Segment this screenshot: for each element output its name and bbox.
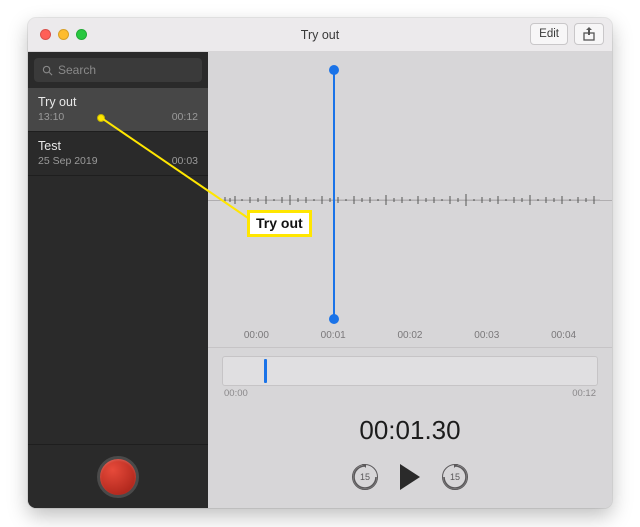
current-time: 00:01.30 <box>208 401 612 456</box>
tick-label: 00:01 <box>321 330 346 341</box>
playback-controls: 15 15 <box>208 456 612 508</box>
recording-duration: 00:03 <box>172 155 198 167</box>
main-panel: 00:00 00:01 00:02 00:03 00:04 00:00 00:1… <box>208 52 612 508</box>
mini-playhead[interactable] <box>264 359 267 383</box>
waveform-mini[interactable] <box>222 356 598 386</box>
search-placeholder: Search <box>58 63 96 77</box>
titlebar: Try out Edit <box>28 18 612 52</box>
forward-15-button[interactable]: 15 <box>442 464 468 490</box>
playhead[interactable] <box>333 70 335 319</box>
recording-duration: 00:12 <box>172 111 198 123</box>
edit-button[interactable]: Edit <box>530 23 568 45</box>
window-title: Try out <box>28 28 612 42</box>
share-icon <box>583 27 595 41</box>
list-item[interactable]: Try out 13:10 00:12 <box>28 88 208 132</box>
share-button[interactable] <box>574 23 604 45</box>
waveform-large[interactable]: 00:00 00:01 00:02 00:03 00:04 <box>208 52 612 348</box>
recording-name: Try out <box>38 95 198 109</box>
play-button[interactable] <box>400 464 420 490</box>
record-button[interactable] <box>97 456 139 498</box>
sidebar: Search Try out 13:10 00:12 Test 25 Sep 2… <box>28 52 208 508</box>
recording-name: Test <box>38 139 198 153</box>
forward-icon <box>442 464 468 490</box>
search-input[interactable]: Search <box>34 58 202 82</box>
list-item[interactable]: Test 25 Sep 2019 00:03 <box>28 132 208 176</box>
recordings-list: Try out 13:10 00:12 Test 25 Sep 2019 00:… <box>28 88 208 444</box>
timeline-ticks: 00:00 00:01 00:02 00:03 00:04 <box>208 330 612 341</box>
mini-end-label: 00:12 <box>572 388 596 399</box>
waveform-graphic <box>220 188 600 212</box>
recording-date: 13:10 <box>38 111 64 123</box>
record-area <box>28 444 208 508</box>
tick-label: 00:02 <box>397 330 422 341</box>
tick-label: 00:00 <box>244 330 269 341</box>
rewind-15-button[interactable]: 15 <box>352 464 378 490</box>
tick-label: 00:03 <box>474 330 499 341</box>
app-window: Try out Edit Search Try out <box>28 18 612 508</box>
rewind-icon <box>352 464 378 490</box>
recording-date: 25 Sep 2019 <box>38 155 98 167</box>
search-icon <box>42 65 53 76</box>
tick-label: 00:04 <box>551 330 576 341</box>
mini-start-label: 00:00 <box>224 388 248 399</box>
